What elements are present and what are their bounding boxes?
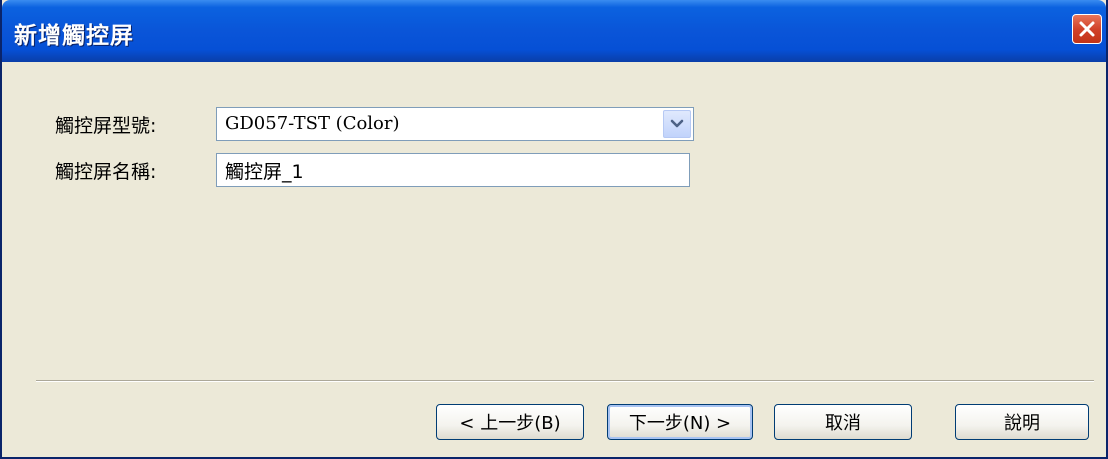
name-input[interactable] xyxy=(216,153,690,187)
title-bar[interactable]: 新增觸控屏 xyxy=(2,0,1106,62)
chevron-down-icon xyxy=(670,119,684,128)
window-title: 新增觸控屏 xyxy=(14,23,134,49)
separator xyxy=(36,380,1094,382)
back-button[interactable]: < 上一步(B) xyxy=(436,404,584,440)
dropdown-button[interactable] xyxy=(663,110,691,138)
cancel-button[interactable]: 取消 xyxy=(774,404,912,440)
model-label: 觸控屏型號: xyxy=(55,115,157,137)
model-select-value: GD057-TST (Color) xyxy=(225,113,400,134)
close-button[interactable] xyxy=(1072,14,1102,44)
model-select[interactable]: GD057-TST (Color) xyxy=(216,107,694,141)
close-icon xyxy=(1079,21,1095,37)
next-button[interactable]: 下一步(N) > xyxy=(607,404,753,440)
help-button[interactable]: 說明 xyxy=(955,404,1089,440)
name-label: 觸控屏名稱: xyxy=(55,161,157,183)
dialog-window: 新增觸控屏 觸控屏型號: GD057-TST (Color) 觸控屏名稱: < … xyxy=(0,0,1108,459)
